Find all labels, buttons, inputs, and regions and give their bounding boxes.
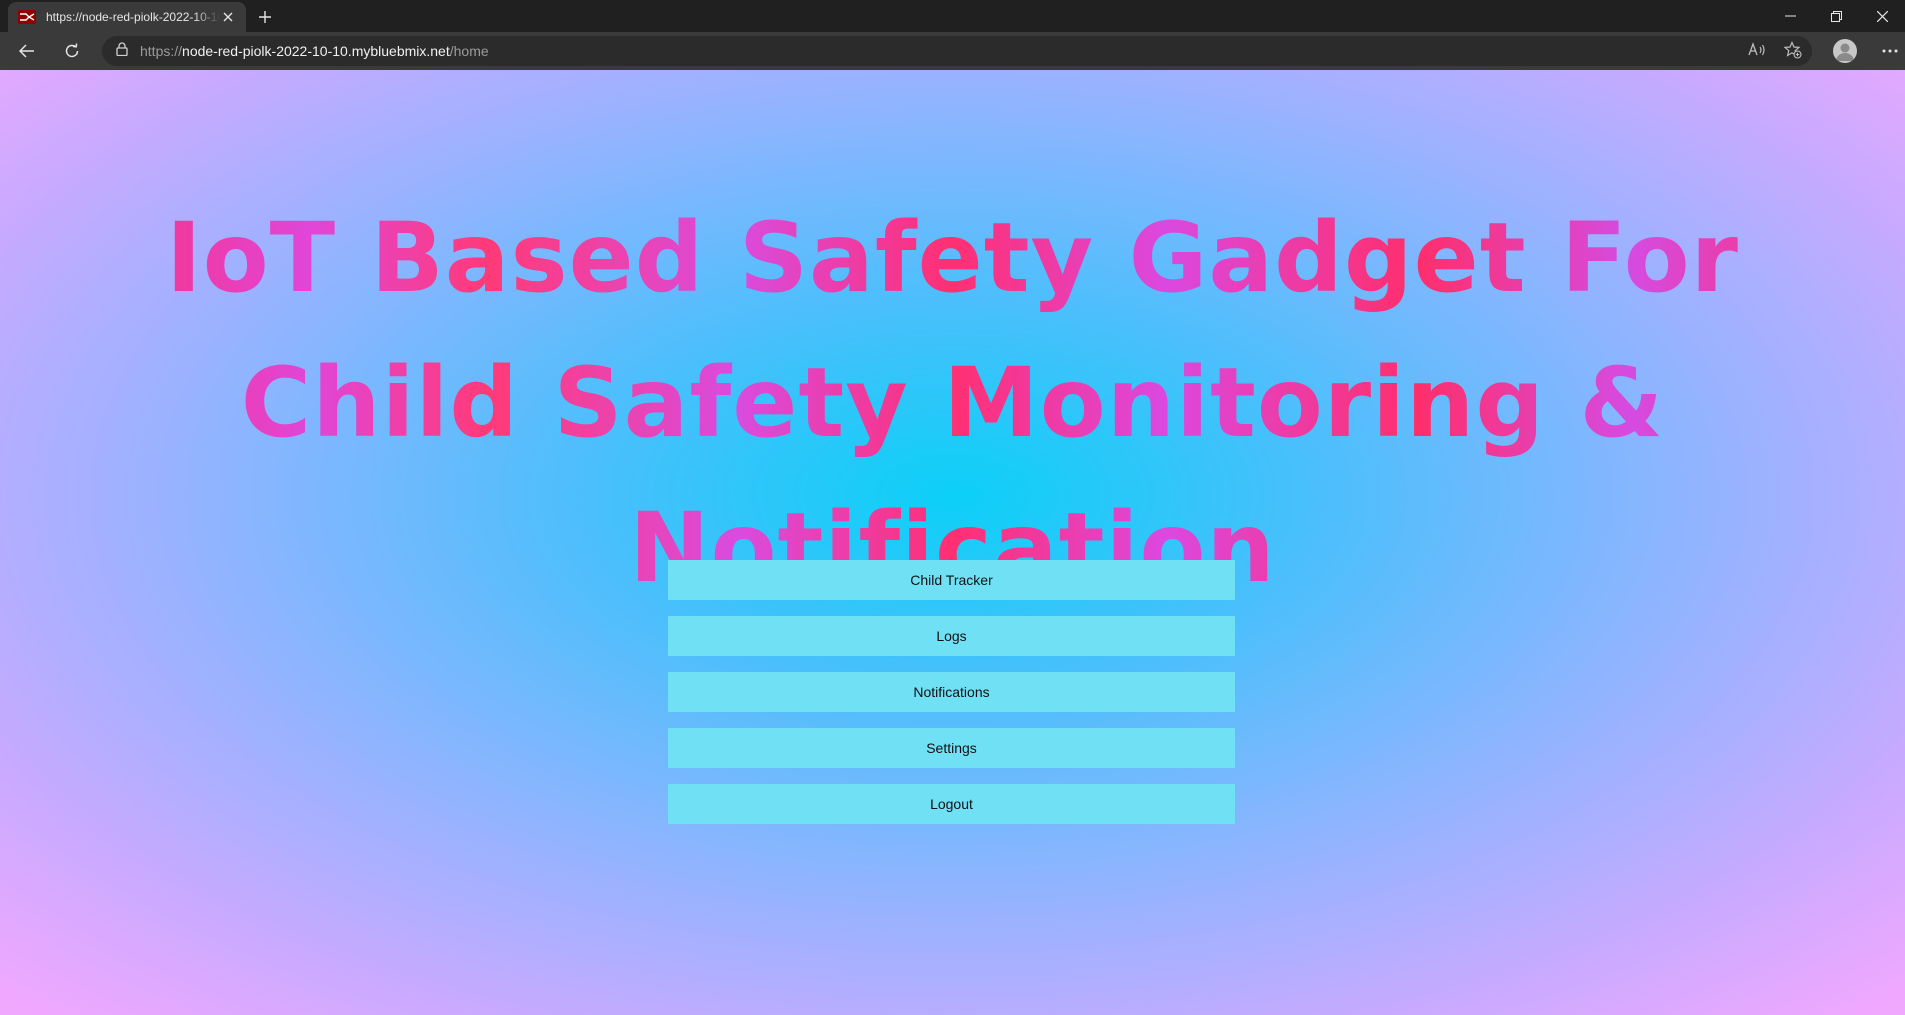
back-arrow-icon[interactable] — [13, 37, 41, 65]
tab-strip: https://node-red-piolk-2022-10-10.myblue… — [0, 0, 1905, 32]
page-title: IoT Based Safety Gadget For Child Safety… — [60, 186, 1845, 621]
child-tracker-button[interactable]: Child Tracker — [668, 560, 1235, 600]
minimize-icon[interactable] — [1767, 0, 1813, 32]
read-aloud-icon[interactable] — [1748, 42, 1766, 63]
main-menu: Child Tracker Logs Notifications Setting… — [668, 560, 1235, 840]
address-bar[interactable]: https://node-red-piolk-2022-10-10.myblue… — [102, 36, 1812, 66]
browser-toolbar: https://node-red-piolk-2022-10-10.myblue… — [0, 32, 1905, 70]
settings-button[interactable]: Settings — [668, 728, 1235, 768]
refresh-icon[interactable] — [58, 37, 86, 65]
address-bar-actions — [1748, 41, 1802, 64]
window-controls — [1767, 0, 1905, 32]
url-host: node-red-piolk-2022-10-10.mybluebmix.net — [182, 43, 450, 59]
logs-button[interactable]: Logs — [668, 616, 1235, 656]
new-tab-icon[interactable] — [254, 6, 276, 28]
tab-title: https://node-red-piolk-2022-10-10.myblue… — [46, 10, 220, 24]
url-path: /home — [449, 43, 489, 59]
browser-tab[interactable]: https://node-red-piolk-2022-10-10.myblue… — [8, 2, 246, 32]
profile-avatar-icon[interactable] — [1833, 39, 1857, 63]
restore-icon[interactable] — [1813, 0, 1859, 32]
node-red-favicon-icon — [18, 10, 36, 24]
lock-icon[interactable] — [116, 41, 128, 61]
tab-close-icon[interactable] — [220, 9, 236, 25]
favorites-icon[interactable] — [1783, 41, 1802, 64]
logout-button[interactable]: Logout — [668, 784, 1235, 824]
page-content: IoT Based Safety Gadget For Child Safety… — [0, 70, 1905, 1015]
url-scheme: https:// — [140, 43, 183, 59]
url-text: https://node-red-piolk-2022-10-10.myblue… — [140, 43, 489, 59]
notifications-button[interactable]: Notifications — [668, 672, 1235, 712]
close-window-icon[interactable] — [1859, 0, 1905, 32]
more-options-icon[interactable] — [1876, 37, 1904, 65]
